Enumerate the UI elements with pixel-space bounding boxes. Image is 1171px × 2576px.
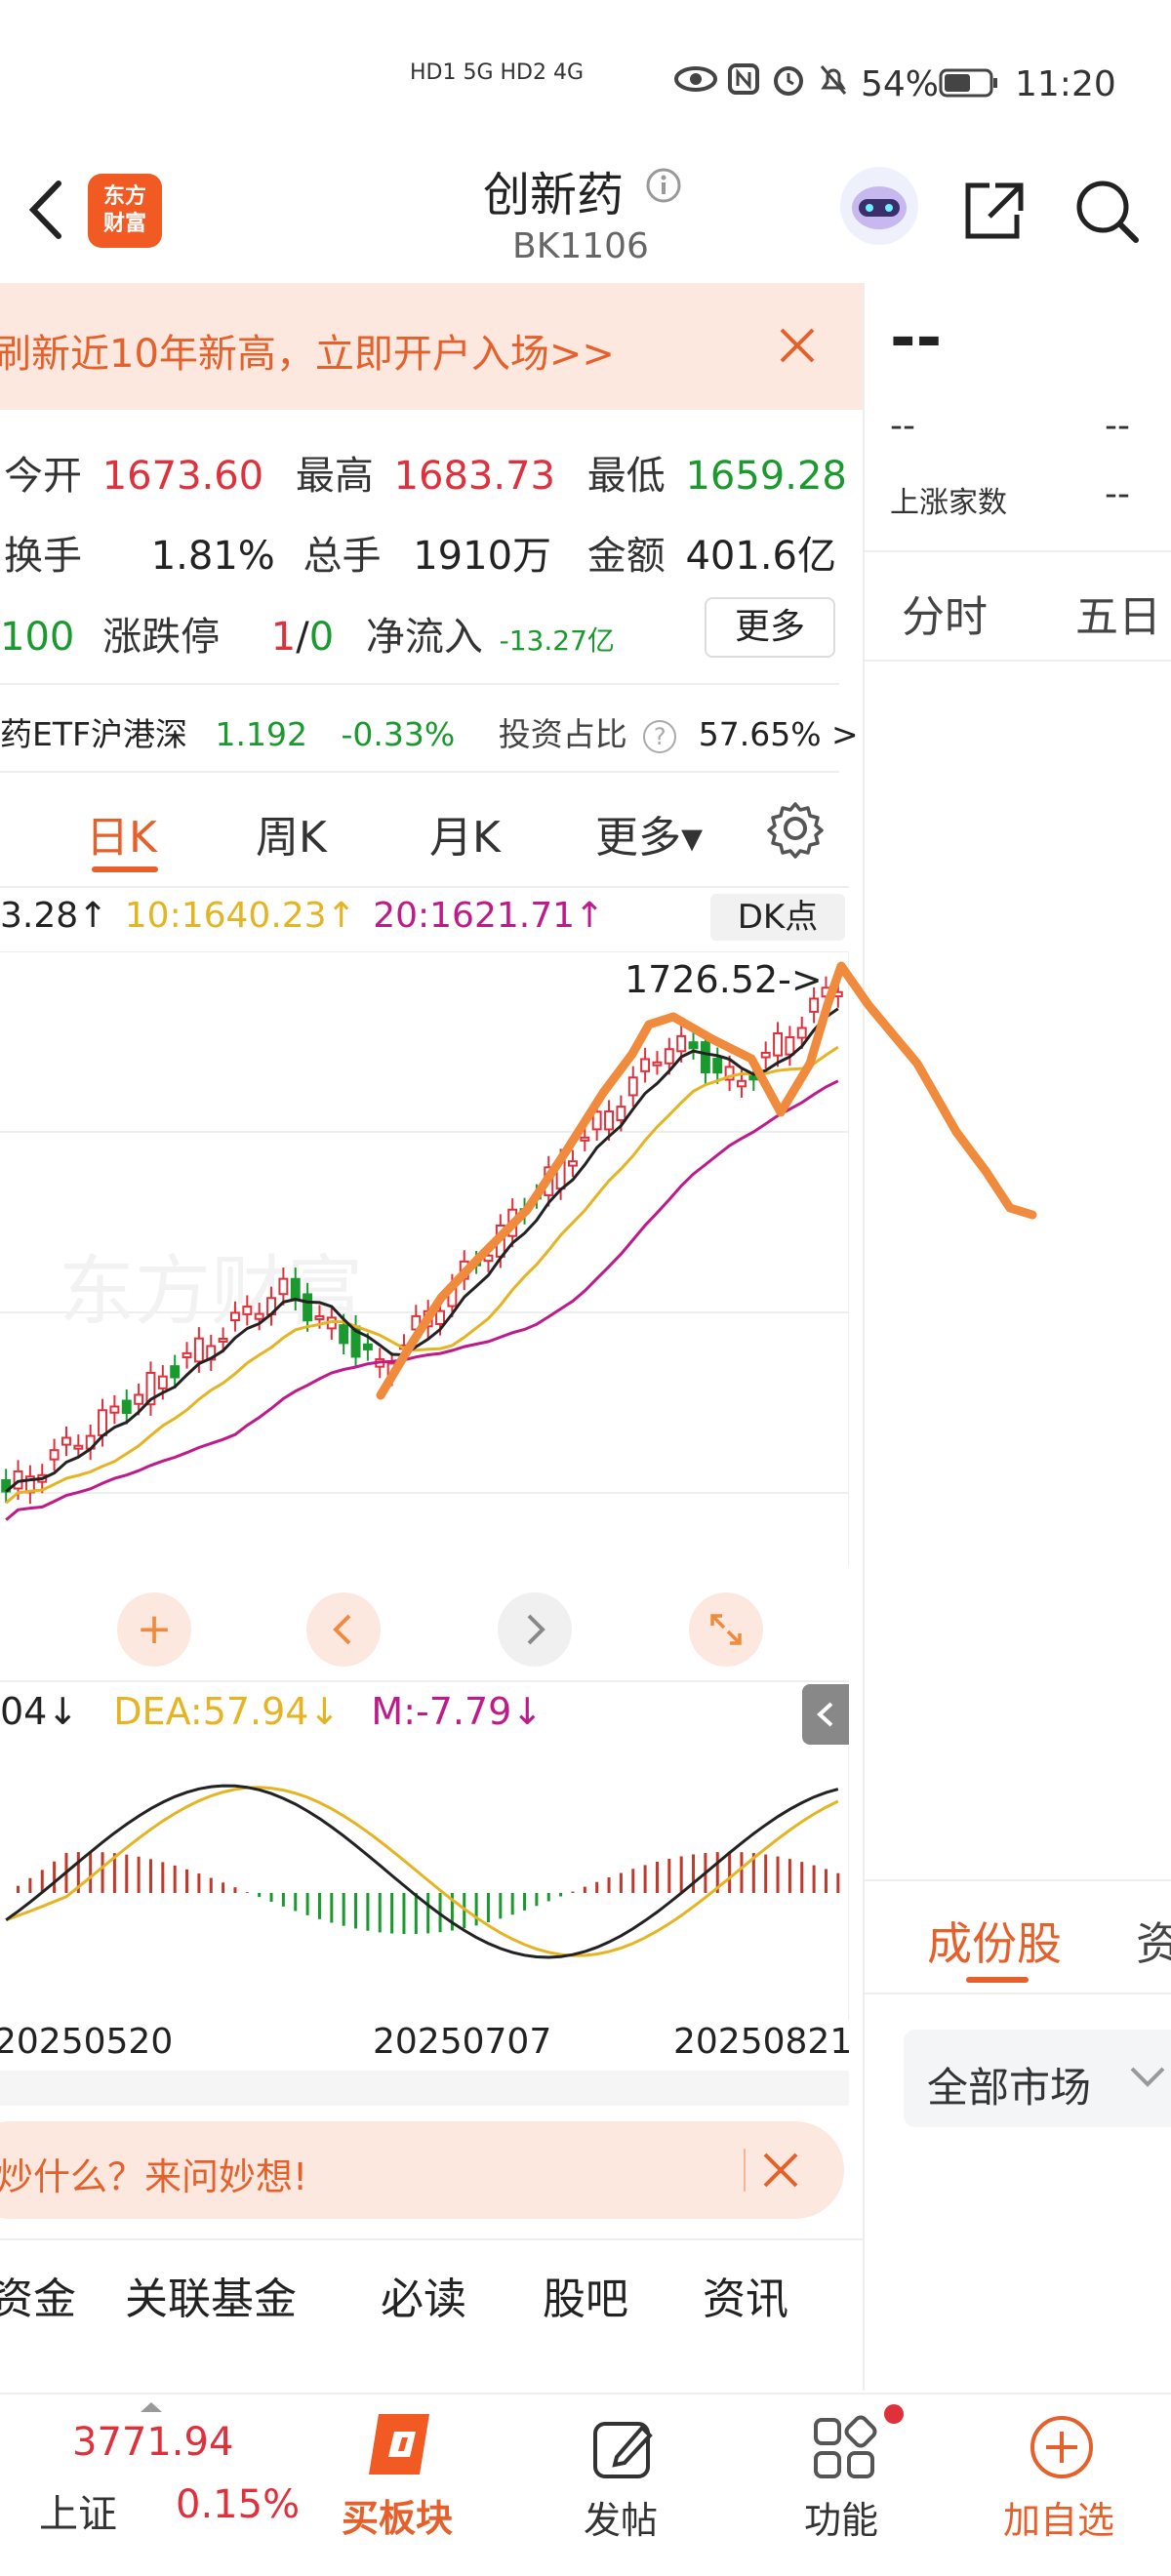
drawn-annotation-path <box>376 961 1037 1400</box>
annotation-overlay <box>376 961 1037 1400</box>
